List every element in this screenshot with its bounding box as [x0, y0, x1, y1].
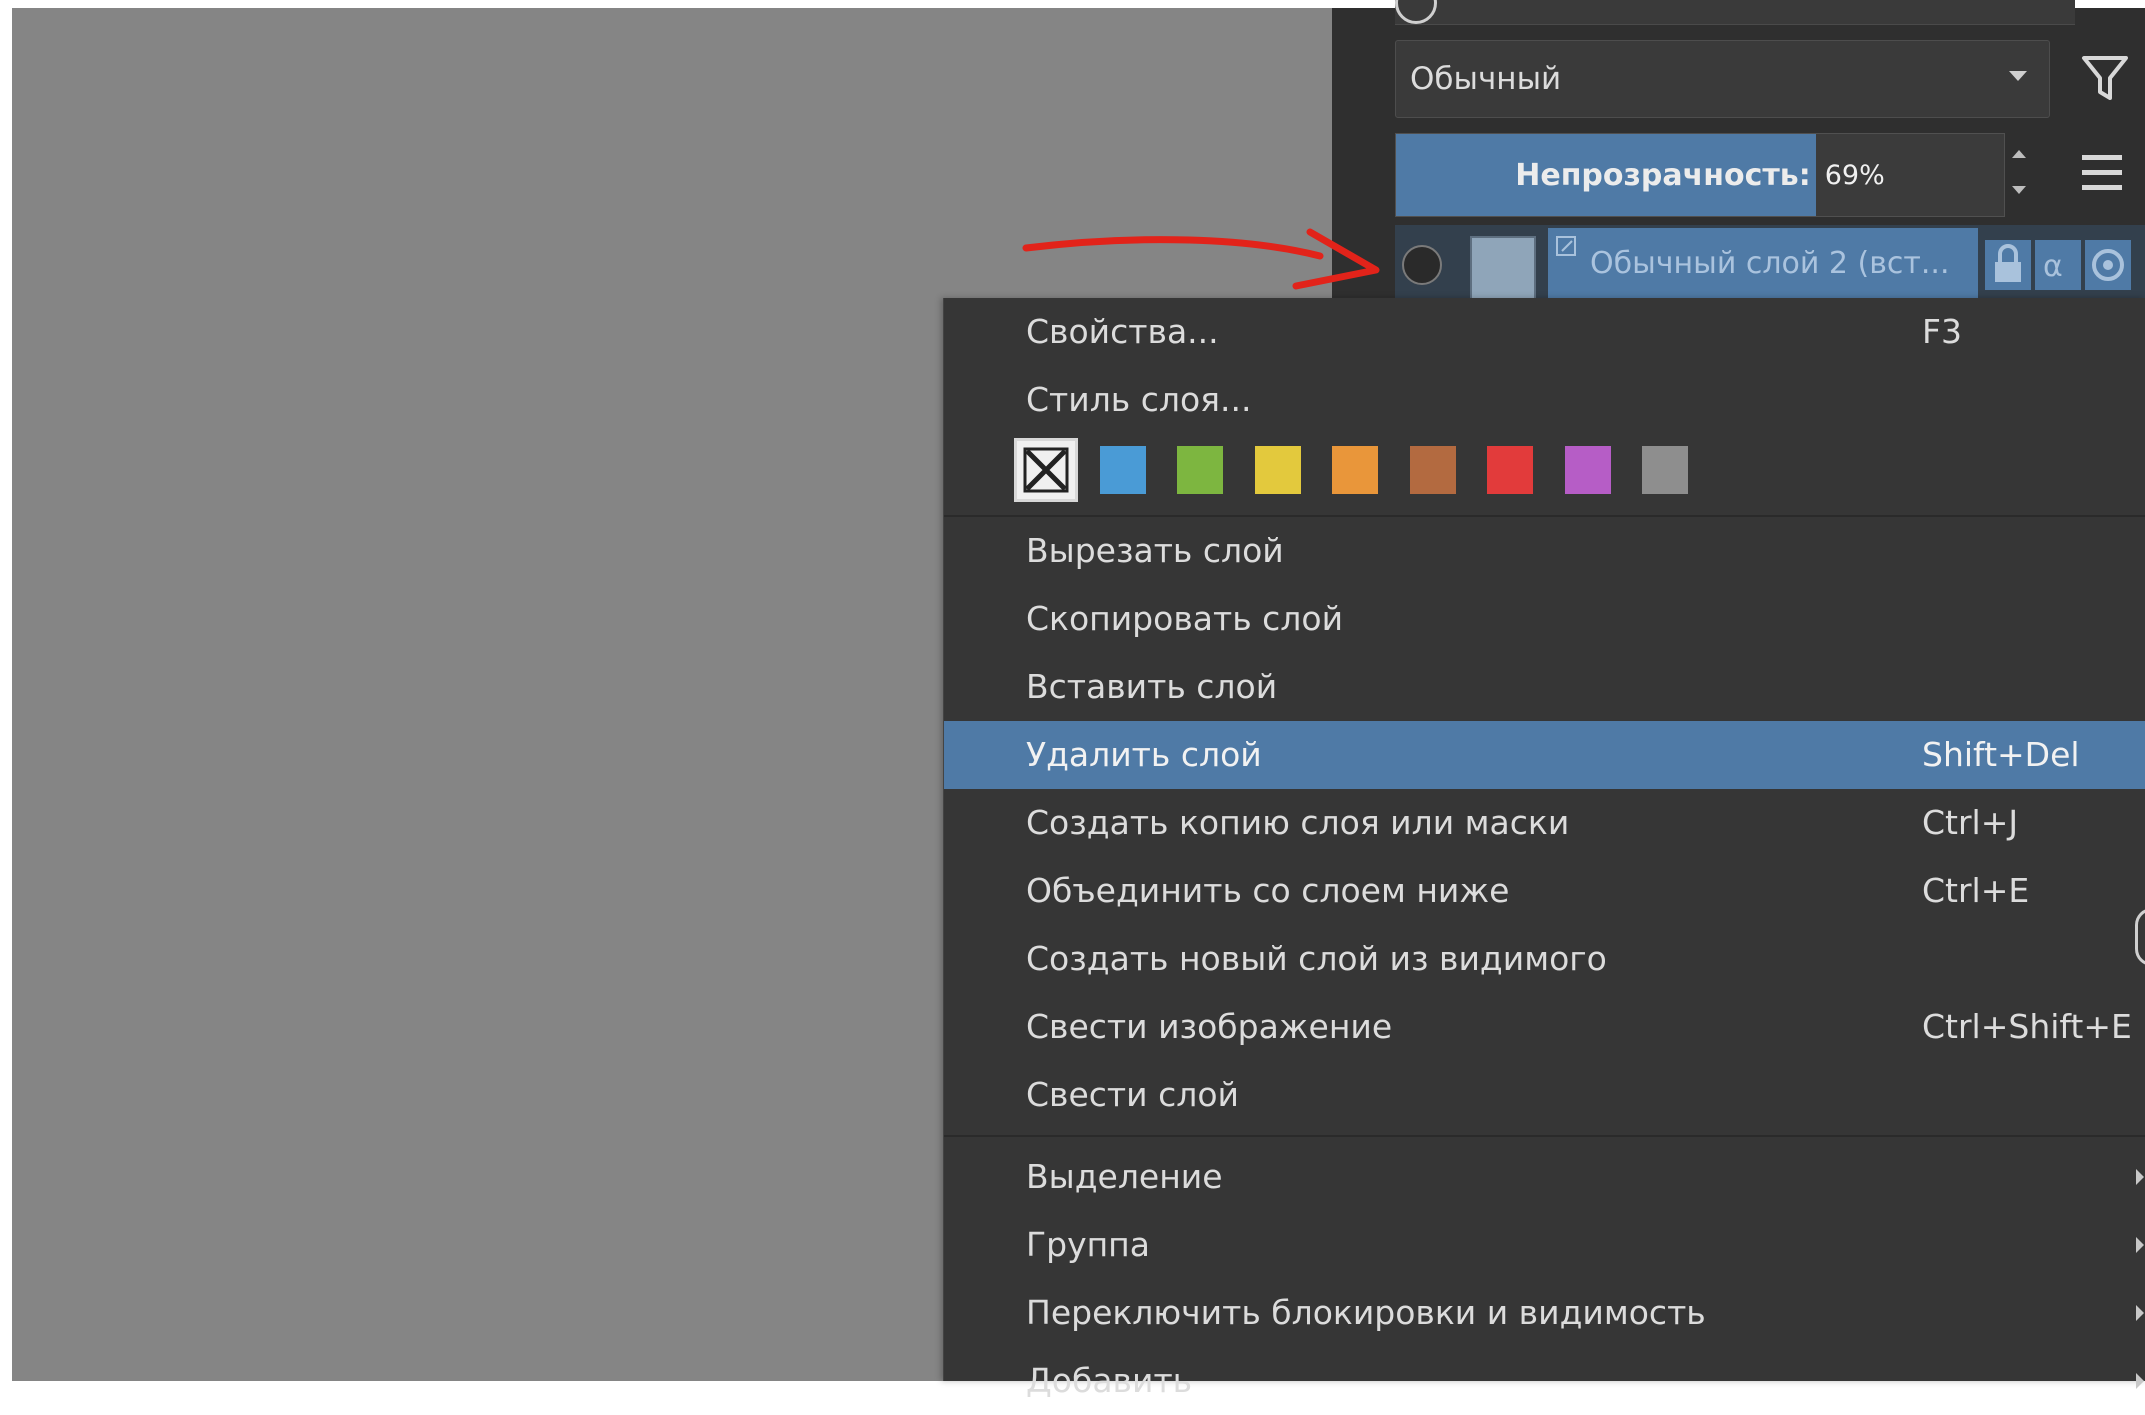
filter-icon[interactable] — [2080, 52, 2130, 106]
menu-item-label: Добавить — [1026, 1361, 1193, 1400]
layer-thumbnail — [1470, 236, 1536, 302]
menu-item[interactable]: Свойства... F3 — [944, 298, 2145, 366]
scroll-handle[interactable] — [2135, 908, 2145, 966]
layers-panel-header — [1395, 0, 2075, 25]
color-label-gray[interactable] — [1642, 446, 1688, 494]
menu-item-label: Стиль слоя... — [1026, 380, 1252, 419]
menu-item-label: Выделение — [1026, 1157, 1223, 1196]
submenu-item[interactable]: Выделение — [944, 1143, 2145, 1211]
menu-item-shortcut: Ctrl+J — [1922, 803, 2019, 842]
opacity-value: 69% — [1824, 159, 1885, 191]
chevron-right-icon — [2136, 1169, 2144, 1185]
alpha-lock-icon[interactable]: α — [2035, 240, 2081, 290]
spin-up-icon[interactable] — [2012, 150, 2026, 158]
menu-separator — [944, 1135, 2145, 1137]
menu-item-label: Переключить блокировки и видимость — [1026, 1293, 1706, 1332]
lock-icon[interactable] — [1985, 240, 2031, 290]
menu-item-label: Группа — [1026, 1225, 1150, 1264]
submenu-item[interactable]: Добавить — [944, 1347, 2145, 1415]
menu-item-label: Скопировать слой — [1026, 599, 1344, 638]
menu-item-label: Свойства... — [1026, 312, 1219, 351]
color-label-red[interactable] — [1487, 446, 1533, 494]
menu-item[interactable]: Свести изображение Ctrl+Shift+E — [944, 993, 2145, 1061]
hamburger-menu-icon[interactable] — [2082, 155, 2126, 195]
chevron-down-icon — [2009, 71, 2027, 81]
color-label-blue[interactable] — [1100, 446, 1146, 494]
visibility-toggle-icon[interactable] — [1402, 245, 1442, 285]
color-label-swatches — [1014, 438, 1714, 502]
menu-item[interactable]: Вырезать слой — [944, 517, 2145, 585]
opacity-label: Непрозрачность: — [1515, 157, 1811, 193]
chevron-right-icon — [2136, 1305, 2144, 1321]
menu-item[interactable]: Создать новый слой из видимого — [944, 925, 2145, 993]
menu-item-label: Вставить слой — [1026, 667, 1278, 706]
svg-text:α: α — [2043, 249, 2063, 284]
menu-item-shortcut: Shift+Del — [1922, 735, 2080, 774]
menu-item[interactable]: Удалить слой Shift+Del — [944, 721, 2145, 789]
opacity-spinner[interactable] — [2008, 140, 2032, 210]
menu-item[interactable]: Вставить слой — [944, 653, 2145, 721]
chevron-right-icon — [2136, 1237, 2144, 1253]
menu-item[interactable]: Свести слой — [944, 1061, 2145, 1129]
layer-name-label: Обычный слой 2 (вст... — [1590, 246, 1950, 281]
menu-item-label: Создать копию слоя или маски — [1026, 803, 1570, 842]
color-label-green[interactable] — [1177, 446, 1223, 494]
menu-item-label: Вырезать слой — [1026, 531, 1284, 570]
red-annotation-arrow — [1022, 228, 1380, 290]
color-label-purple[interactable] — [1565, 446, 1611, 494]
color-label-orange[interactable] — [1332, 446, 1378, 494]
layer-name-cell[interactable]: Обычный слой 2 (вст... — [1548, 228, 1978, 302]
opacity-slider[interactable]: Непрозрачность: 69% — [1395, 133, 2005, 217]
submenu-item[interactable]: Переключить блокировки и видимость — [944, 1279, 2145, 1347]
blend-mode-value: Обычный — [1410, 61, 1562, 97]
color-label-yellow[interactable] — [1255, 446, 1301, 494]
menu-item-label: Свести слой — [1026, 1075, 1239, 1114]
menu-item-shortcut: F3 — [1922, 312, 1962, 351]
menu-item-label: Свести изображение — [1026, 1007, 1393, 1046]
panel-circle-icon — [1395, 0, 1437, 24]
menu-item[interactable]: Стиль слоя... — [944, 366, 2145, 434]
menu-item-label: Создать новый слой из видимого — [1026, 939, 1607, 978]
menu-item-shortcut: Ctrl+E — [1922, 871, 2030, 910]
chevron-right-icon — [2136, 1373, 2144, 1389]
menu-item-label: Удалить слой — [1026, 735, 1262, 774]
layer-context-menu: Свойства... F3 Стиль слоя... Вырезать слой С… — [943, 298, 2145, 1400]
color-label-brown[interactable] — [1410, 446, 1456, 494]
menu-item-shortcut: Ctrl+Shift+E — [1922, 1007, 2132, 1046]
no-color-label-icon[interactable] — [1014, 438, 1078, 502]
spin-down-icon[interactable] — [2012, 186, 2026, 194]
blend-mode-select[interactable]: Обычный — [1395, 40, 2050, 118]
paint-layer-icon — [1556, 236, 1576, 256]
inherit-alpha-icon[interactable] — [2085, 240, 2131, 290]
menu-item[interactable]: Создать копию слоя или маски Ctrl+J — [944, 789, 2145, 857]
menu-item-label: Объединить со слоем ниже — [1026, 871, 1510, 910]
submenu-item[interactable]: Группа — [944, 1211, 2145, 1279]
menu-item[interactable]: Объединить со слоем ниже Ctrl+E — [944, 857, 2145, 925]
menu-item[interactable]: Скопировать слой — [944, 585, 2145, 653]
